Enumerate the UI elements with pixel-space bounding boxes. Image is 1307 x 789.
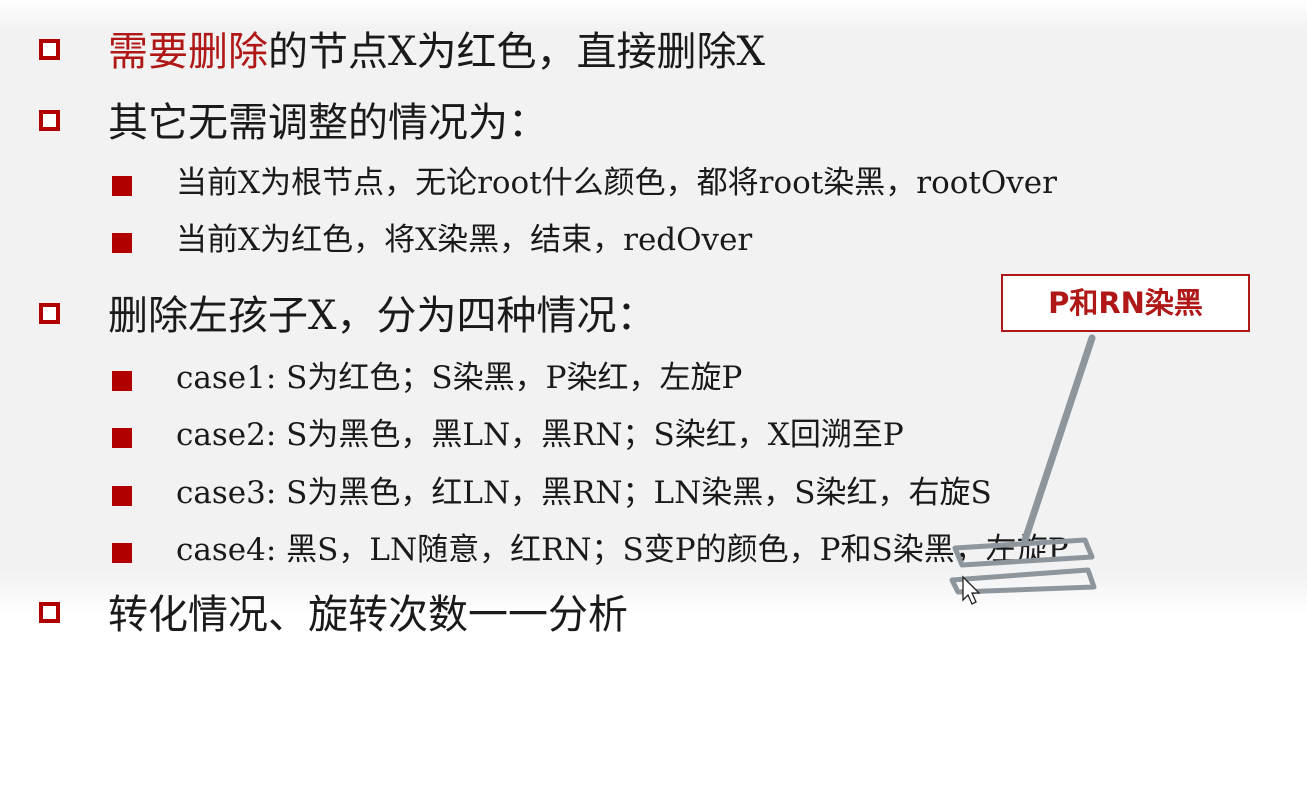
annotation-arrow-line <box>1021 334 1096 544</box>
annotation-callout: P和RN染黑 <box>1001 274 1250 332</box>
annotation-strike-bar <box>952 537 1095 568</box>
callout-text: P和RN染黑 <box>1048 286 1203 320</box>
annotation-overlay <box>949 334 1097 605</box>
